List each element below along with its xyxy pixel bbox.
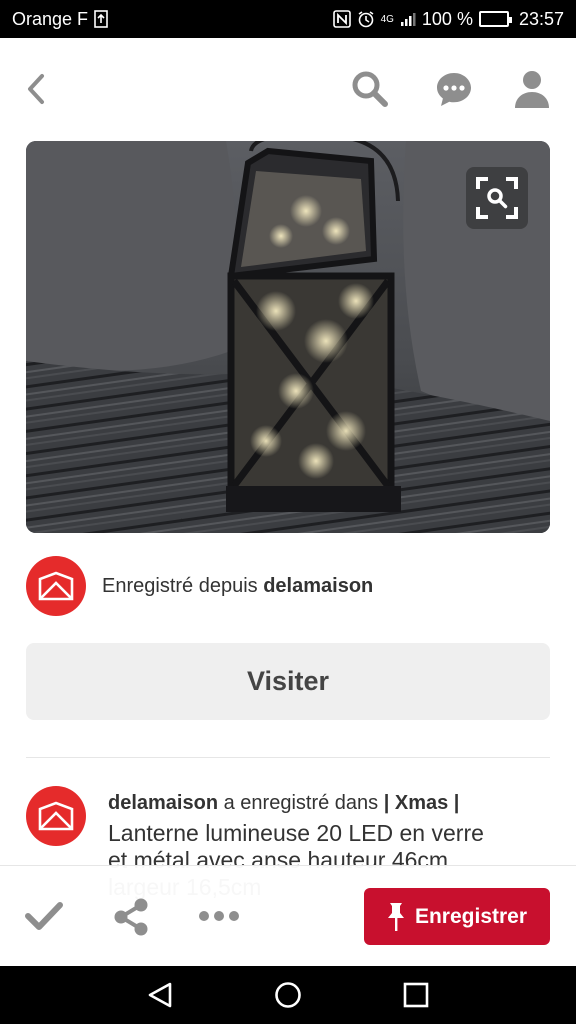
messages-button[interactable] (432, 67, 476, 111)
pin-detail-screen: Orange F 4G 100 % 23:57 Enregistré depui… (0, 0, 576, 1024)
signal-icon (400, 11, 416, 27)
pushpin-icon (387, 902, 404, 931)
square-recents-icon (403, 982, 429, 1008)
user-icon (515, 71, 549, 108)
visual-search-icon (476, 177, 518, 219)
divider (26, 757, 550, 758)
done-button[interactable] (24, 896, 64, 936)
pin-action: a enregistré dans (223, 792, 379, 814)
search-icon (352, 71, 388, 107)
source-text: Enregistré depuis delamaison (102, 575, 373, 598)
nfc-icon (332, 10, 351, 28)
board-name[interactable]: | Xmas | (384, 792, 460, 814)
battery-percent: 100 % (421, 8, 473, 29)
status-icons: 4G 100 % 23:57 (332, 8, 564, 30)
alarm-icon (357, 10, 375, 28)
more-dots-icon (199, 911, 239, 921)
system-recents-button[interactable] (399, 978, 433, 1012)
upload-icon (94, 10, 108, 28)
delamaison-logo-icon (38, 801, 74, 831)
circle-home-icon (275, 982, 301, 1008)
top-navigation (0, 38, 576, 138)
carrier-name: Orange F (12, 8, 89, 29)
pin-image[interactable] (26, 141, 550, 533)
source-row[interactable]: Enregistré depuis delamaison (26, 556, 550, 616)
source-avatar[interactable] (26, 556, 86, 616)
delamaison-logo-icon (38, 571, 74, 601)
visual-search-button[interactable] (466, 167, 528, 229)
source-prefix: Enregistré depuis (102, 574, 258, 597)
more-button[interactable] (196, 896, 242, 936)
pin-meta: delamaison a enregistré dans | Xmas | (108, 792, 548, 815)
save-label: Enregistrer (414, 904, 528, 928)
system-navigation (0, 966, 576, 1024)
source-site[interactable]: delamaison (263, 575, 373, 597)
carrier-group: Orange F (12, 9, 108, 30)
chevron-left-icon (28, 74, 44, 104)
network-type: 4G (380, 13, 394, 25)
share-icon (114, 898, 148, 936)
clock: 23:57 (518, 8, 564, 29)
triangle-back-icon (148, 982, 172, 1008)
system-back-button[interactable] (143, 978, 177, 1012)
pinner-name[interactable]: delamaison (108, 792, 218, 814)
share-button[interactable] (110, 896, 152, 938)
chat-bubble-icon (437, 73, 471, 106)
system-home-button[interactable] (271, 978, 305, 1012)
back-button[interactable] (16, 69, 56, 109)
save-button[interactable]: Enregistrer (364, 888, 550, 945)
search-button[interactable] (348, 67, 392, 111)
action-bar: Enregistrer (0, 865, 576, 966)
status-bar: Orange F 4G 100 % 23:57 (0, 0, 576, 38)
battery-icon (478, 11, 512, 27)
pinner-avatar[interactable] (26, 786, 86, 846)
visit-button[interactable]: Visiter (26, 643, 550, 720)
profile-button[interactable] (510, 67, 554, 111)
checkmark-icon (25, 902, 63, 930)
